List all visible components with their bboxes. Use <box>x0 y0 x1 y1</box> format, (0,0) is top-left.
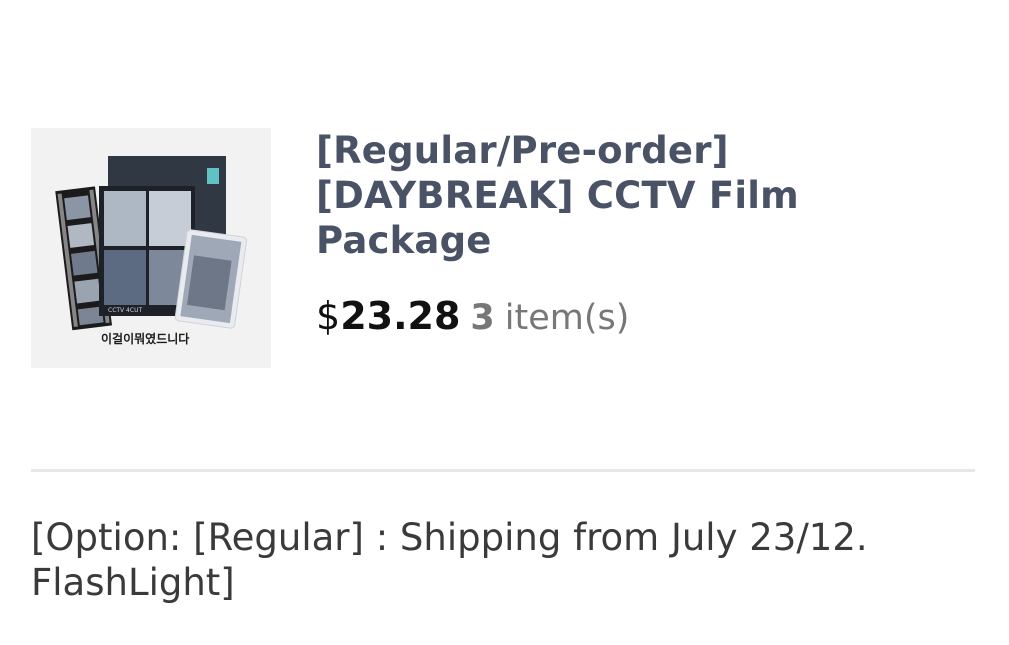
quantity-value: 3 <box>470 298 495 338</box>
product-thumbnail[interactable]: CCTV 4CUT 이걸이뭐였드니다 <box>31 128 271 368</box>
currency-symbol: $ <box>316 294 341 338</box>
product-image: CCTV 4CUT 이걸이뭐였드니다 <box>55 156 247 346</box>
quantity-unit: item(s) <box>504 298 630 338</box>
album-tab <box>207 168 219 184</box>
product-title[interactable]: [Regular/Pre-order] [DAYBREAK] CCTV Film… <box>316 128 976 263</box>
option-text: [Option: [Regular] : Shipping from July … <box>31 516 868 604</box>
image-caption-left: CCTV 4CUT <box>108 307 142 314</box>
photo-card <box>174 229 247 329</box>
photo-cell-2 <box>149 191 191 246</box>
photo-cell-3 <box>104 250 146 305</box>
image-caption-bottom: 이걸이뭐였드니다 <box>101 331 189 346</box>
divider <box>31 469 975 472</box>
price-value: 23.28 <box>340 294 461 338</box>
photo-cell-1 <box>104 191 146 246</box>
price-row: $ 23.28 3 item(s) <box>316 294 629 340</box>
